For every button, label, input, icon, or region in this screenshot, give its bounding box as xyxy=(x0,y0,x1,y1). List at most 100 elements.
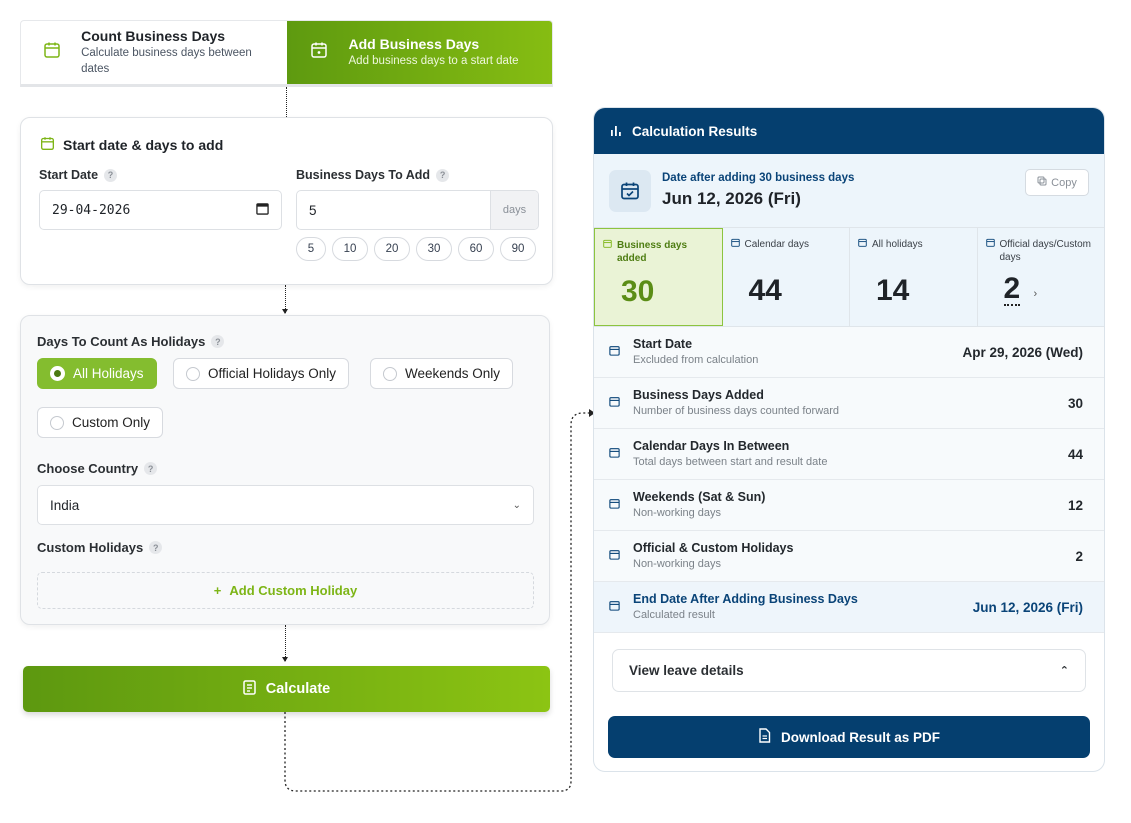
start-date-value: 29-04-2026 xyxy=(52,202,131,218)
quick-chip[interactable]: 30 xyxy=(416,237,452,261)
stat-label: Business days added xyxy=(617,240,688,264)
result-date-value: Jun 12, 2026 (Fri) xyxy=(662,188,801,208)
calendar-picker-icon[interactable] xyxy=(256,202,269,219)
help-icon[interactable]: ? xyxy=(436,168,450,182)
row-subtitle: Non-working days xyxy=(633,507,722,519)
country-value: India xyxy=(50,497,80,513)
row-title: Calendar Days In Between xyxy=(633,439,790,453)
help-icon[interactable]: ? xyxy=(211,335,225,348)
radio-custom-only[interactable]: Custom Only xyxy=(37,407,164,438)
radio-dot xyxy=(186,366,200,381)
radio-dot xyxy=(383,366,397,381)
country-label-text: Choose Country xyxy=(37,461,139,476)
stat-official-custom-days[interactable]: Official days/Custom days 2 › xyxy=(978,228,1105,326)
quick-chips: 5 10 20 30 60 90 xyxy=(296,237,542,261)
result-row-start-date: Start Date Excluded from calculation Apr … xyxy=(594,327,1104,378)
stat-label: Official days/Custom days xyxy=(999,239,1092,263)
radio-label: All Holidays xyxy=(73,366,144,381)
calendar-icon xyxy=(858,238,867,251)
row-value: 30 xyxy=(1067,395,1083,411)
tab-add-business-days[interactable]: Add Business Days Add business days to a… xyxy=(286,21,552,84)
result-row-end-date: End Date After Adding Business Days Calcu… xyxy=(594,582,1104,633)
chevron-up-icon: ⌃ xyxy=(1059,665,1069,677)
row-title: Weekends (Sat & Sun) xyxy=(633,490,766,504)
radio-dot xyxy=(50,415,64,430)
stat-label: Calendar days xyxy=(744,239,809,250)
results-panel: Calculation Results Date after adding 30… xyxy=(593,107,1105,772)
document-icon xyxy=(758,728,771,746)
stat-value: 2 xyxy=(1003,272,1021,306)
stat-business-days: Business days added 30 xyxy=(594,228,723,326)
help-icon[interactable]: ? xyxy=(104,168,118,182)
stat-calendar-days: Calendar days 44 xyxy=(723,228,850,326)
quick-chip[interactable]: 5 xyxy=(296,237,326,261)
stat-label: All holidays xyxy=(872,239,923,250)
connector-line xyxy=(286,87,287,117)
stat-value: 30 xyxy=(621,275,655,308)
help-icon[interactable]: ? xyxy=(149,541,163,554)
stat-value: 14 xyxy=(876,274,910,307)
calculate-label: Calculate xyxy=(265,681,331,697)
download-pdf-button[interactable]: Download Result as PDF xyxy=(608,716,1090,758)
row-title: Official & Custom Holidays xyxy=(633,541,794,555)
add-custom-holiday-button[interactable]: + Add Custom Holiday xyxy=(37,572,534,609)
radio-weekends-only[interactable]: Weekends Only xyxy=(370,358,514,389)
start-date-label-text: Start Date xyxy=(39,168,99,182)
row-title: Start Date xyxy=(633,337,693,351)
country-select[interactable]: India ⌄ xyxy=(37,485,534,525)
row-subtitle: Total days between start and result date xyxy=(633,456,828,468)
radio-label: Custom Only xyxy=(72,415,151,430)
calendar-icon xyxy=(985,238,995,264)
custom-holidays-label-text: Custom Holidays xyxy=(37,540,144,555)
mode-tabs: Count Business Days Calculate business d… xyxy=(20,20,553,87)
plus-icon: + xyxy=(213,583,222,598)
result-row-holidays: Official & Custom Holidays Non-working da… xyxy=(594,531,1104,582)
days-suffix: days xyxy=(490,191,538,229)
radio-label: Official Holidays Only xyxy=(208,366,337,381)
row-subtitle: Non-working days xyxy=(633,558,722,570)
quick-chip[interactable]: 10 xyxy=(332,237,368,261)
tab-count-business-days[interactable]: Count Business Days Calculate business d… xyxy=(21,21,287,84)
results-header-title: Calculation Results xyxy=(632,123,758,139)
connector-arrow xyxy=(282,309,288,314)
quick-chip[interactable]: 60 xyxy=(458,237,494,261)
calendar-icon xyxy=(609,343,633,361)
result-row-business-days: Business Days Added Number of business da… xyxy=(594,378,1104,429)
results-header: Calculation Results xyxy=(594,108,1104,154)
view-leave-details-toggle[interactable]: View leave details ⌃ xyxy=(612,649,1086,692)
chevron-down-icon: ⌄ xyxy=(512,499,521,511)
calendar-icon xyxy=(609,394,633,412)
radio-all-holidays[interactable]: All Holidays xyxy=(37,358,157,389)
tab-subtitle: Calculate business days between dates xyxy=(81,47,252,75)
quick-chip[interactable]: 90 xyxy=(500,237,536,261)
calendar-plus-icon xyxy=(310,41,328,64)
copy-button[interactable]: Copy xyxy=(1025,169,1089,196)
radio-official-holidays[interactable]: Official Holidays Only xyxy=(173,358,350,389)
section-title-text: Start date & days to add xyxy=(63,137,224,153)
row-title: Business Days Added xyxy=(633,388,764,402)
calendar-icon xyxy=(609,598,633,616)
row-title: End Date After Adding Business Days xyxy=(633,592,858,606)
stat-value: 44 xyxy=(748,274,782,307)
country-label: Choose Country ? xyxy=(37,461,158,476)
help-icon[interactable]: ? xyxy=(144,462,158,475)
quick-chip[interactable]: 20 xyxy=(374,237,410,261)
calendar-icon xyxy=(609,445,633,463)
days-input[interactable]: 5 days xyxy=(296,190,539,230)
result-summary: Date after adding 30 business days Jun 1… xyxy=(594,154,1104,227)
calculate-button[interactable]: Calculate xyxy=(23,666,550,712)
days-value: 5 xyxy=(309,202,317,218)
radio-dot xyxy=(50,366,65,381)
start-date-input[interactable]: 29-04-2026 xyxy=(39,190,282,230)
calculator-icon xyxy=(243,679,256,699)
calendar-icon xyxy=(43,41,61,64)
stats-row: Business days added 30 Calendar days 44 … xyxy=(594,227,1104,327)
calendar-icon xyxy=(730,238,740,251)
row-value: 2 xyxy=(1075,548,1083,564)
download-label: Download Result as PDF xyxy=(780,729,941,745)
custom-holidays-label: Custom Holidays ? xyxy=(37,540,163,555)
start-date-label: Start Date ? xyxy=(39,168,118,182)
row-value: Apr 29, 2026 (Wed) xyxy=(962,344,1083,360)
days-label-text: Business Days To Add xyxy=(296,168,431,182)
holidays-label-text: Days To Count As Holidays xyxy=(37,334,206,349)
